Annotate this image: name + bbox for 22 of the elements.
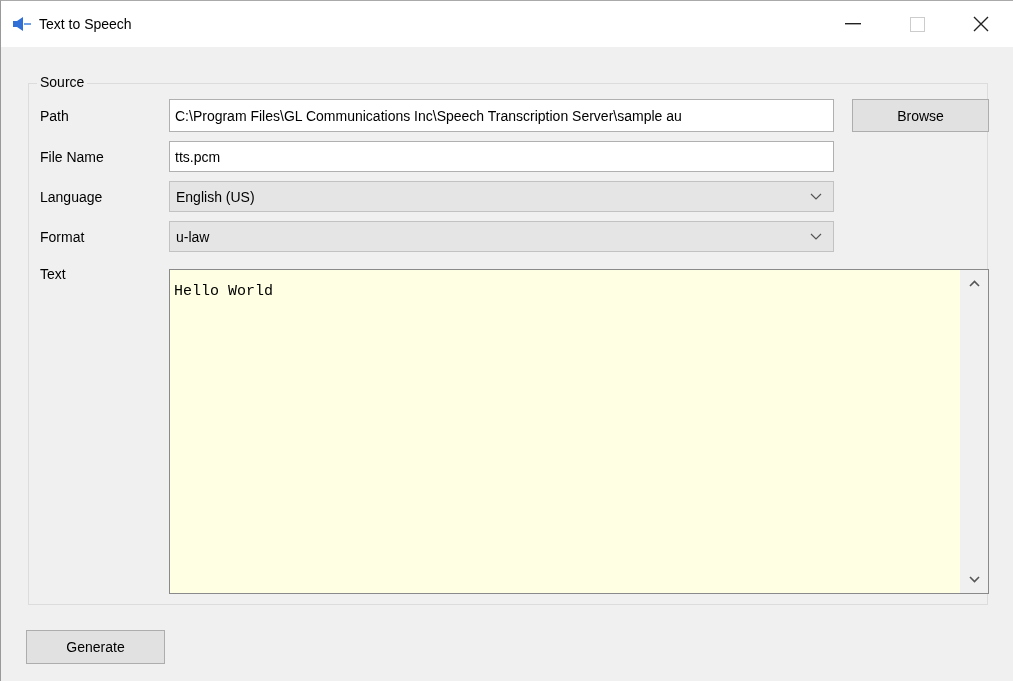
- close-icon: [973, 16, 989, 32]
- field-label: Language: [40, 188, 104, 205]
- speaker-icon: [13, 17, 31, 31]
- field-label: File Name: [40, 148, 105, 165]
- scroll-up-button[interactable]: [968, 280, 980, 287]
- field-label: Format: [40, 228, 86, 245]
- dropdown[interactable]: English (US): [169, 181, 834, 212]
- field-label: Path: [40, 107, 70, 124]
- text-area[interactable]: Hello World: [170, 270, 960, 593]
- maximize-icon: [909, 16, 925, 32]
- text-field[interactable]: tts.pcm: [169, 141, 834, 172]
- chevron-down-icon: [810, 233, 822, 240]
- generate-button[interactable]: Generate: [26, 630, 165, 664]
- group-title: Source: [37, 74, 88, 90]
- browse-button[interactable]: Browse: [852, 99, 989, 132]
- dropdown[interactable]: u-law: [169, 221, 834, 252]
- scroll-down-button[interactable]: [968, 576, 980, 583]
- text-field[interactable]: C:\Program Files\GL Communications Inc\Speech Transcription Server\sample au: [169, 99, 834, 132]
- window-title: Text to Speech: [39, 16, 133, 32]
- minimize-icon: [845, 23, 861, 25]
- chevron-down-icon: [810, 193, 822, 200]
- field-label: Text: [40, 266, 67, 282]
